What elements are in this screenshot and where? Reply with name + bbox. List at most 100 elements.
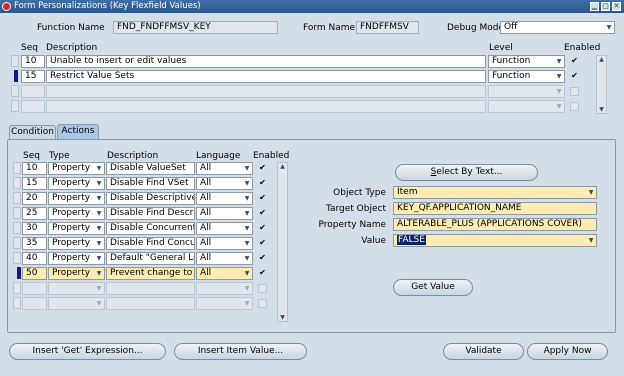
- rule-level-select[interactable]: ▼: [488, 100, 565, 113]
- action-description[interactable]: [106, 282, 195, 295]
- action-seq[interactable]: 10: [22, 162, 47, 175]
- rule-enabled-checkbox[interactable]: [570, 102, 579, 111]
- action-language-select[interactable]: All ▼: [196, 162, 253, 175]
- action-description[interactable]: Disable Find Descripti: [106, 207, 195, 220]
- action-type-select[interactable]: Property ▼: [48, 192, 105, 205]
- action-type-select[interactable]: Property ▼: [48, 207, 105, 220]
- chevron-down-icon[interactable]: ▼: [94, 178, 104, 189]
- validate-button[interactable]: Validate: [443, 343, 524, 360]
- action-language-select[interactable]: All ▼: [196, 177, 253, 190]
- rule-seq[interactable]: [21, 85, 45, 98]
- action-enabled-checkbox[interactable]: ✔: [258, 223, 267, 232]
- chevron-down-icon[interactable]: ▼: [94, 268, 104, 279]
- action-enabled-checkbox[interactable]: ✔: [258, 253, 267, 262]
- action-language-select[interactable]: All ▼: [196, 192, 253, 205]
- chevron-down-icon[interactable]: ▼: [554, 56, 564, 67]
- function-name-field[interactable]: FND_FNDFFMSV_KEY: [113, 21, 278, 34]
- chevron-down-icon[interactable]: ▼: [94, 283, 104, 294]
- value-select[interactable]: FALSE ▼: [393, 234, 597, 247]
- action-enabled-checkbox[interactable]: ✔: [258, 178, 267, 187]
- chevron-down-icon[interactable]: ▼: [94, 298, 104, 309]
- row-selector[interactable]: [13, 252, 21, 264]
- scroll-up-icon[interactable]: ▲: [278, 163, 287, 170]
- chevron-down-icon[interactable]: ▼: [242, 223, 252, 234]
- row-selector[interactable]: [11, 100, 19, 112]
- rule-description[interactable]: Restrict Value Sets: [46, 70, 486, 83]
- chevron-down-icon[interactable]: ▼: [242, 253, 252, 264]
- action-language-select[interactable]: ▼: [196, 282, 253, 295]
- chevron-down-icon[interactable]: ▼: [242, 193, 252, 204]
- chevron-down-icon[interactable]: ▼: [586, 235, 596, 246]
- rule-enabled-checkbox[interactable]: [570, 87, 579, 96]
- action-language-select[interactable]: All ▼: [196, 267, 253, 280]
- action-enabled-checkbox[interactable]: ✔: [258, 163, 267, 172]
- row-selector[interactable]: [11, 85, 19, 97]
- chevron-down-icon[interactable]: ▼: [242, 163, 252, 174]
- action-seq[interactable]: [22, 282, 47, 295]
- chevron-down-icon[interactable]: ▼: [242, 178, 252, 189]
- action-type-select[interactable]: Property ▼: [48, 267, 105, 280]
- action-type-select[interactable]: Property ▼: [48, 162, 105, 175]
- row-selector[interactable]: [13, 297, 21, 309]
- chevron-down-icon[interactable]: ▼: [94, 163, 104, 174]
- rule-enabled-checkbox[interactable]: ✔: [570, 56, 579, 65]
- chevron-down-icon[interactable]: ▼: [554, 86, 564, 97]
- action-enabled-checkbox[interactable]: ✔: [258, 208, 267, 217]
- action-language-select[interactable]: All ▼: [196, 252, 253, 265]
- form-name-field[interactable]: FNDFFMSV: [356, 21, 419, 34]
- action-seq[interactable]: 25: [22, 207, 47, 220]
- row-selector[interactable]: [13, 162, 21, 174]
- row-selector[interactable]: [13, 177, 21, 189]
- row-selector-current[interactable]: [14, 70, 18, 82]
- apply-now-button[interactable]: Apply Now: [527, 343, 608, 360]
- action-enabled-checkbox[interactable]: [258, 284, 267, 293]
- action-seq[interactable]: 50: [22, 267, 47, 280]
- row-selector[interactable]: [11, 55, 19, 67]
- action-seq[interactable]: 40: [22, 252, 47, 265]
- chevron-down-icon[interactable]: ▼: [242, 238, 252, 249]
- tab-condition[interactable]: Condition: [9, 125, 56, 139]
- chevron-down-icon[interactable]: ▼: [242, 283, 252, 294]
- action-description[interactable]: [106, 297, 195, 310]
- chevron-down-icon[interactable]: ▼: [554, 71, 564, 82]
- row-selector-current[interactable]: [17, 267, 21, 279]
- scroll-up-icon[interactable]: ▲: [597, 56, 606, 63]
- action-description[interactable]: Disable Descriptive: [106, 192, 195, 205]
- action-seq[interactable]: 20: [22, 192, 47, 205]
- chevron-down-icon[interactable]: ▼: [94, 253, 104, 264]
- action-language-select[interactable]: All ▼: [196, 222, 253, 235]
- row-selector[interactable]: [13, 237, 21, 249]
- target-object-field[interactable]: KEY_QF.APPLICATION_NAME: [393, 202, 597, 215]
- row-selector[interactable]: [13, 222, 21, 234]
- action-description[interactable]: Disable Find Concurre: [106, 237, 195, 250]
- action-description[interactable]: Disable Find VSet: [106, 177, 195, 190]
- row-selector[interactable]: [13, 192, 21, 204]
- action-description[interactable]: Disable Concurrent: [106, 222, 195, 235]
- action-description[interactable]: Disable ValueSet: [106, 162, 195, 175]
- chevron-down-icon[interactable]: ▼: [94, 238, 104, 249]
- action-type-select[interactable]: ▼: [48, 297, 105, 310]
- rule-level-select[interactable]: Function ▼: [488, 55, 565, 68]
- scroll-down-icon[interactable]: ▼: [278, 314, 287, 321]
- property-name-field[interactable]: ALTERABLE_PLUS (APPLICATIONS COVER): [393, 218, 597, 231]
- action-enabled-checkbox[interactable]: ✔: [258, 268, 267, 277]
- action-type-select[interactable]: Property ▼: [48, 252, 105, 265]
- actions-scrollbar[interactable]: ▲ ▼: [277, 162, 288, 322]
- rule-seq[interactable]: 15: [21, 70, 45, 83]
- action-seq[interactable]: 30: [22, 222, 47, 235]
- rules-scrollbar[interactable]: ▲ ▼: [596, 55, 607, 114]
- action-type-select[interactable]: Property ▼: [48, 177, 105, 190]
- rule-enabled-checkbox[interactable]: ✔: [570, 71, 579, 80]
- chevron-down-icon[interactable]: ▼: [94, 223, 104, 234]
- insert-item-value-button[interactable]: Insert Item Value...: [174, 343, 307, 360]
- maximize-icon[interactable]: ▢: [601, 2, 610, 11]
- action-language-select[interactable]: All ▼: [196, 237, 253, 250]
- select-by-text-button[interactable]: Select By Text...: [395, 164, 538, 181]
- chevron-down-icon[interactable]: ▼: [242, 208, 252, 219]
- action-description[interactable]: Default "General Ledge: [106, 252, 195, 265]
- object-type-select[interactable]: Item ▼: [393, 186, 597, 199]
- rule-level-select[interactable]: Function ▼: [488, 70, 565, 83]
- debug-mode-select[interactable]: Off ▼: [500, 21, 615, 34]
- action-type-select[interactable]: ▼: [48, 282, 105, 295]
- chevron-down-icon[interactable]: ▼: [94, 208, 104, 219]
